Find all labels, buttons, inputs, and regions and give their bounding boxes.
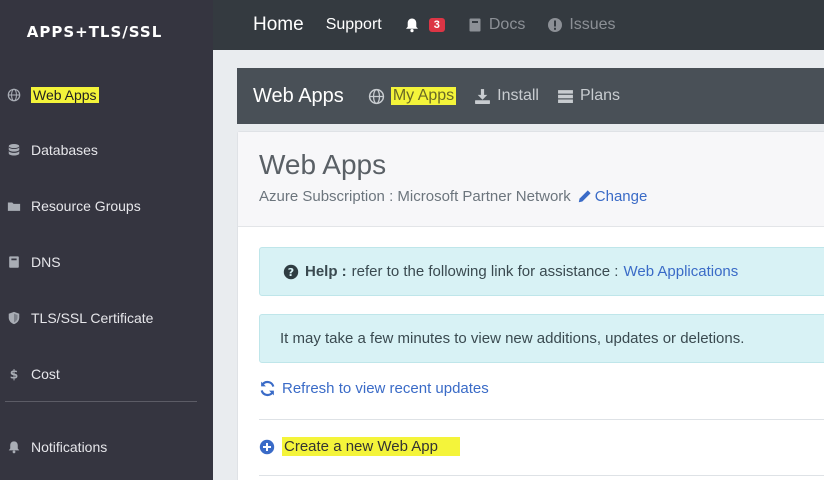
book-icon [469,18,481,32]
sidebar-item-label: Notifications [31,439,108,455]
help-label: Help : [305,263,347,280]
help-alert: ? Help : refer to the following link for… [259,247,824,296]
section-title: Web Apps [253,84,344,107]
card-header: Web Apps Azure Subscription : Microsoft … [238,132,824,227]
tab-my-apps[interactable]: My Apps [368,87,457,105]
change-subscription-link[interactable]: Change [577,188,648,205]
tab-install[interactable]: Install [474,87,539,105]
sidebar-item-label: Resource Groups [31,198,141,214]
svg-text:?: ? [288,266,294,279]
tab-install-label: Install [497,87,539,104]
server-icon [558,89,573,103]
sidebar-item-resource-groups[interactable]: Resource Groups [0,186,213,226]
tab-plans[interactable]: Plans [557,87,620,105]
create-web-app-label: Create a new Web App [282,437,460,456]
sidebar-item-web-apps[interactable]: Web Apps [0,75,213,115]
refresh-label: Refresh to view recent updates [282,380,489,397]
sidebar-item-databases[interactable]: Databases [0,130,213,170]
exclamation-circle-icon [548,18,563,32]
globe-icon [7,88,21,102]
sidebar-item-cost[interactable]: $ Cost [0,354,213,394]
subscription-line: Azure Subscription : Microsoft Partner N… [259,188,647,205]
section-header: Web Apps My Apps Install Plans [237,68,824,124]
sidebar-item-label: Web Apps [31,87,99,103]
book-icon [7,255,21,269]
sidebar-divider [5,401,197,402]
subscription-text: Azure Subscription : Microsoft Partner N… [259,188,571,205]
nav-issues-label: Issues [569,16,616,33]
globe-icon [368,88,384,104]
refresh-link[interactable]: Refresh to view recent updates [259,380,489,397]
app-brand: APPS+TLS/SSL [26,23,163,41]
nav-home-link[interactable]: Home [253,14,304,36]
svg-text:$: $ [10,367,19,381]
web-applications-link[interactable]: Web Applications [623,263,738,280]
help-text: refer to the following link for assistan… [351,263,619,280]
sidebar-item-label: DNS [31,254,61,270]
shield-icon [7,311,21,325]
info-text: It may take a few minutes to view new ad… [280,330,745,347]
tab-plans-label: Plans [579,87,620,104]
info-alert: It may take a few minutes to view new ad… [259,314,824,363]
sidebar: APPS+TLS/SSL Web Apps Databases Resource… [0,0,213,480]
dollar-icon: $ [7,367,21,381]
card-divider [259,419,824,420]
sidebar-item-tls-ssl-certificate[interactable]: TLS/SSL Certificate [0,298,213,338]
top-navbar: Home Support 3 Docs Issues [213,0,824,50]
nav-docs-link[interactable]: Docs [467,16,525,34]
question-circle-icon: ? [283,264,299,279]
nav-issues-link[interactable]: Issues [547,16,616,34]
nav-notifications-button[interactable]: 3 [404,17,445,33]
database-icon [7,143,21,157]
tab-my-apps-label: My Apps [390,87,457,105]
nav-support-link[interactable]: Support [326,16,382,34]
refresh-icon [260,380,275,397]
change-label: Change [594,188,648,205]
nav-docs-label: Docs [488,16,526,33]
plus-circle-icon [259,439,275,454]
pencil-icon [578,190,591,203]
web-apps-card: Web Apps Azure Subscription : Microsoft … [237,131,824,480]
sidebar-item-notifications[interactable]: Notifications [0,427,213,467]
sidebar-item-label: Databases [31,142,98,158]
folder-icon [7,199,21,213]
notification-count-badge: 3 [428,18,445,32]
download-icon [475,88,491,104]
sidebar-item-label: Cost [31,366,60,382]
card-divider [259,475,824,476]
sidebar-item-dns[interactable]: DNS [0,242,213,282]
bell-icon [405,18,418,33]
bell-icon [7,440,21,454]
page-title: Web Apps [259,149,387,180]
create-web-app-link[interactable]: Create a new Web App [259,437,460,456]
sidebar-item-label: TLS/SSL Certificate [31,310,154,326]
